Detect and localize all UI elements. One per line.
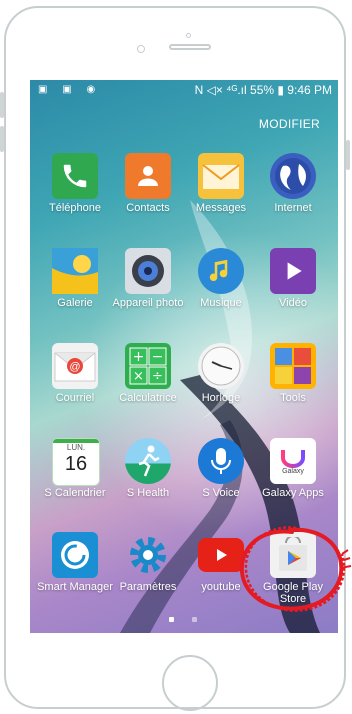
contacts-icon[interactable] [125,153,171,199]
calendar-day: LUN. [66,443,86,452]
galaxy-apps-sub: Galaxy [282,467,304,475]
app-label: S Health [126,487,170,499]
modifier-button[interactable]: MODIFIER [259,117,320,131]
email-icon[interactable]: @ [52,343,98,389]
phone-icon[interactable] [52,153,98,199]
svg-text:−: − [152,349,164,365]
power-button[interactable] [346,140,350,170]
app-label: S Voice [202,487,240,499]
camera-icon[interactable] [125,248,171,294]
app-label: Paramètres [119,581,177,593]
volume-button[interactable] [0,92,4,118]
video-icon[interactable] [270,248,316,294]
status-bar: ▣ ▣ ◉ N ◁× ⁴ᴳ.ıl 55% ▮ 9:46 PM [30,80,338,100]
app-label: Internet [274,202,312,214]
app-label: Smart Manager [37,581,113,593]
home-button[interactable] [162,655,218,711]
svg-text:+: + [133,349,145,365]
tools-folder-icon[interactable] [270,343,316,389]
smart-manager-icon[interactable] [52,532,98,578]
proximity-sensor [186,33,191,38]
app-label: Vidéo [279,297,307,309]
messages-icon[interactable] [198,153,244,199]
app-label: Contacts [126,202,170,214]
volume-button[interactable] [0,126,4,152]
galaxy-apps-icon[interactable]: Galaxy [270,438,316,484]
notification-icons: ▣ ▣ ◉ [38,84,102,95]
clock-icon[interactable] [198,343,244,389]
app-label: Galaxy Apps [262,487,324,499]
globe-icon[interactable] [270,153,316,199]
app-label: Tools [280,392,306,404]
gallery-icon[interactable] [52,248,98,294]
settings-icon[interactable] [125,532,171,578]
app-label: Musique [200,297,242,309]
app-label: Calculatrice [119,392,177,404]
calendar-date: 16 [64,453,88,475]
calculator-icon[interactable]: + − × ÷ [125,343,171,389]
music-icon[interactable] [198,248,244,294]
health-icon[interactable] [125,438,171,484]
app-label: Téléphone [49,202,101,214]
svg-text:@: @ [69,361,80,373]
voice-icon[interactable] [198,438,244,484]
status-indicators: N ◁× ⁴ᴳ.ıl 55% ▮ 9:46 PM [194,83,332,97]
page-indicator [192,617,197,622]
svg-text:×: × [133,369,144,384]
page-indicator-active [169,617,174,622]
app-label: Courriel [55,392,95,404]
front-camera [137,45,145,53]
app-label: Messages [195,202,247,214]
app-label: Horloge [201,392,241,404]
app-label: Galerie [57,297,93,309]
earpiece-speaker [169,44,211,50]
app-label: Appareil photo [112,297,184,309]
app-label: S Calendrier [44,487,106,499]
highlight-circle [239,526,352,612]
calendar-icon[interactable]: LUN. 16 [52,438,100,486]
svg-text:÷: ÷ [152,369,163,384]
